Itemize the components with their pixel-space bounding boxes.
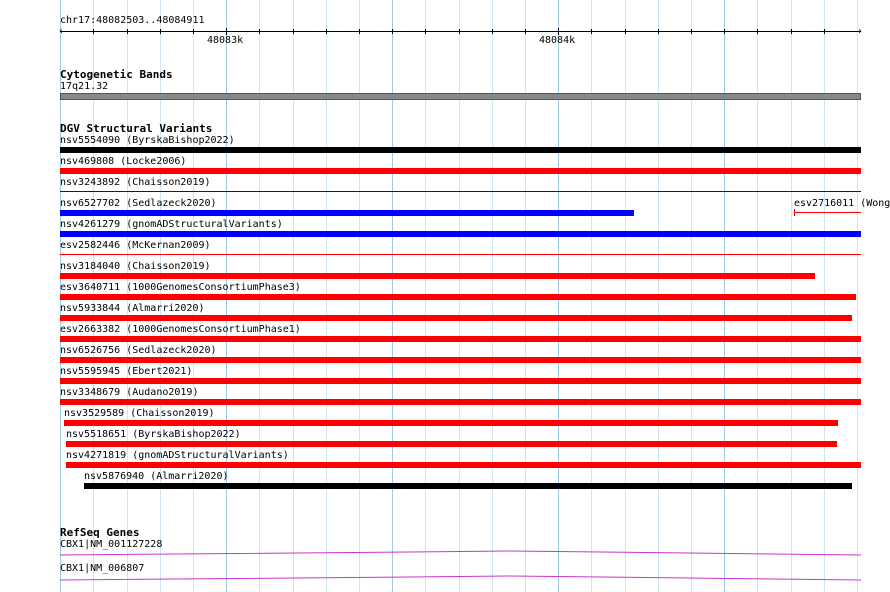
variant-bar[interactable] [66, 441, 837, 447]
variant-label[interactable]: esv2582446 (McKernan2009) [60, 240, 211, 252]
ruler-tick [492, 29, 493, 34]
gene-model[interactable] [60, 572, 861, 582]
ruler-tick [392, 29, 393, 34]
variant-label[interactable]: nsv3243892 (Chaisson2019) [60, 177, 211, 189]
variant-label[interactable]: nsv5554090 (ByrskaBishop2022) [60, 135, 235, 147]
variant-bar[interactable] [60, 273, 815, 279]
variant-bar[interactable] [66, 462, 861, 468]
grid-line [857, 0, 858, 592]
ruler-axis[interactable] [60, 31, 861, 32]
gene-model[interactable] [60, 548, 861, 558]
ruler-tick [326, 29, 327, 34]
variant-label[interactable]: nsv3184040 (Chaisson2019) [60, 261, 211, 273]
variant-bar[interactable] [60, 254, 861, 255]
ruler-left-arrow-icon: ‹ [58, 26, 65, 37]
ruler-tick [93, 29, 94, 34]
variant-label[interactable]: nsv5933844 (Almarri2020) [60, 303, 205, 315]
ruler-tick [757, 29, 758, 34]
variant-label[interactable]: nsv6527702 (Sedlazeck2020) [60, 198, 217, 210]
variant-bar[interactable] [60, 147, 861, 153]
ruler-tick [359, 29, 360, 34]
variant-label[interactable]: nsv4261279 (gnomADStructuralVariants) [60, 219, 283, 231]
variant-endcap [794, 209, 795, 216]
ruler-tick-label: 48084k [539, 35, 576, 46]
variant-bar[interactable] [60, 336, 861, 342]
cytogenetic-band-label[interactable]: 17q21.32 [60, 81, 108, 93]
variant-label[interactable]: nsv469808 (Locke2006) [60, 156, 186, 168]
gene-intron-line [60, 550, 861, 556]
ruler-tick [226, 28, 227, 35]
variant-bar[interactable] [60, 378, 861, 384]
variant-label[interactable]: nsv5595945 (Ebert2021) [60, 366, 192, 378]
ruler-right-arrow-icon: › [857, 26, 864, 37]
ruler-tick [127, 29, 128, 34]
ruler-tick-label: 48083k [207, 35, 244, 46]
variant-label[interactable]: nsv4271819 (gnomADStructuralVariants) [66, 450, 289, 462]
region-label: chr17:48082503..48084911 [60, 15, 205, 26]
variant-bar[interactable] [84, 483, 852, 489]
dgv-track-title: DGV Structural Variants [60, 122, 213, 135]
variant-bar[interactable] [60, 191, 861, 192]
variant-label[interactable]: nsv3348679 (Audano2019) [60, 387, 198, 399]
variant-label[interactable]: esv2663382 (1000GenomesConsortiumPhase1) [60, 324, 301, 336]
ruler-tick [658, 29, 659, 34]
ruler-tick [193, 29, 194, 34]
variant-label[interactable]: nsv5518651 (ByrskaBishop2022) [66, 429, 241, 441]
variant-bar[interactable] [60, 168, 861, 174]
genome-browser-view: chr17:48082503..48084911 ‹ › 48083k 4808… [0, 0, 890, 592]
ruler-tick [459, 29, 460, 34]
ruler-tick [625, 29, 626, 34]
ruler-tick [791, 29, 792, 34]
variant-label[interactable]: esv3640711 (1000GenomesConsortiumPhase3) [60, 282, 301, 294]
ruler-tick [259, 29, 260, 34]
ruler-tick [691, 29, 692, 34]
variant-label[interactable]: nsv3529589 (Chaisson2019) [64, 408, 215, 420]
ruler-tick [425, 29, 426, 34]
ruler-tick [558, 28, 559, 35]
ruler-tick [591, 29, 592, 34]
cytogenetic-track-title: Cytogenetic Bands [60, 68, 173, 81]
variant-label[interactable]: esv2716011 (Wong [794, 198, 890, 210]
ruler-tick [160, 29, 161, 34]
refseq-track-title: RefSeq Genes [60, 526, 140, 539]
variant-label[interactable]: nsv6526756 (Sedlazeck2020) [60, 345, 217, 357]
variant-bar[interactable] [64, 420, 838, 426]
variant-bar[interactable] [60, 357, 861, 363]
variant-bar[interactable] [60, 315, 852, 321]
variant-bar[interactable] [60, 399, 861, 405]
variant-bar[interactable] [60, 210, 634, 216]
ruler-tick [525, 29, 526, 34]
variant-bar[interactable] [60, 231, 861, 237]
variant-label[interactable]: nsv5876940 (Almarri2020) [84, 471, 229, 483]
ruler-tick [824, 29, 825, 34]
ruler-tick [293, 29, 294, 34]
cytogenetic-band[interactable] [60, 93, 861, 100]
gene-intron-line [60, 575, 861, 581]
variant-bar[interactable] [60, 294, 856, 300]
variant-bar[interactable] [794, 212, 861, 213]
ruler-tick [724, 29, 725, 34]
